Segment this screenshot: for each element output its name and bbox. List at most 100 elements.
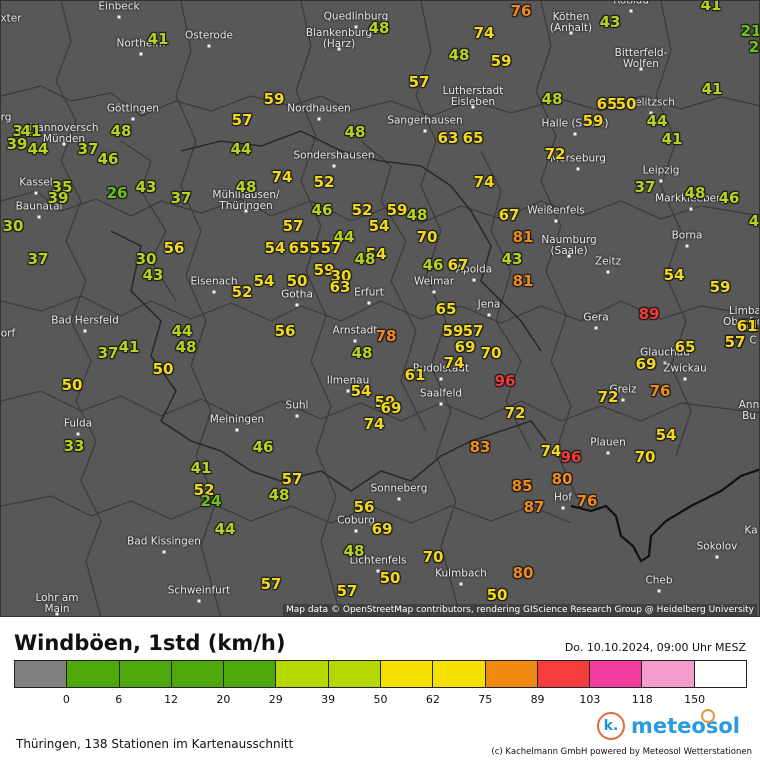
- station-gust-value[interactable]: 80: [513, 564, 534, 582]
- station-gust-value[interactable]: 48: [236, 178, 257, 196]
- station-gust-value[interactable]: 70: [635, 448, 656, 466]
- station-gust-value[interactable]: 48: [352, 344, 373, 362]
- station-gust-value[interactable]: 48: [344, 542, 365, 560]
- station-gust-value[interactable]: 59: [583, 112, 604, 130]
- station-gust-value[interactable]: 87: [524, 498, 545, 516]
- station-gust-value[interactable]: 57: [261, 575, 282, 593]
- station-gust-value[interactable]: 43: [600, 13, 621, 31]
- station-gust-value[interactable]: 81: [513, 228, 534, 246]
- station-gust-value[interactable]: 83: [470, 438, 491, 456]
- station-gust-value[interactable]: 78: [376, 327, 397, 345]
- station-gust-value[interactable]: 48: [449, 46, 470, 64]
- station-gust-value[interactable]: 74: [444, 354, 465, 372]
- station-gust-value[interactable]: 33: [64, 437, 85, 455]
- station-gust-value[interactable]: 2: [749, 38, 759, 56]
- station-gust-value[interactable]: 59: [387, 201, 408, 219]
- station-gust-value[interactable]: 67: [499, 206, 520, 224]
- station-gust-value[interactable]: 48: [542, 90, 563, 108]
- station-gust-value[interactable]: 57: [409, 73, 430, 91]
- station-gust-value[interactable]: 43: [143, 266, 164, 284]
- station-gust-value[interactable]: 56: [164, 239, 185, 257]
- station-gust-value[interactable]: 44: [647, 112, 668, 130]
- station-gust-value[interactable]: 44: [215, 520, 236, 538]
- station-gust-value[interactable]: 41: [191, 459, 212, 477]
- station-gust-value[interactable]: 72: [505, 404, 526, 422]
- station-gust-value[interactable]: 50: [153, 360, 174, 378]
- station-gust-value[interactable]: 59: [710, 278, 731, 296]
- station-gust-value[interactable]: 85: [512, 477, 533, 495]
- station-gust-value[interactable]: 41: [701, 1, 722, 14]
- station-gust-value[interactable]: 57: [232, 111, 253, 129]
- station-gust-value[interactable]: 46: [312, 201, 333, 219]
- station-gust-value[interactable]: 57: [725, 333, 746, 351]
- station-gust-value[interactable]: 43: [136, 178, 157, 196]
- station-gust-value[interactable]: 81: [513, 272, 534, 290]
- station-gust-value[interactable]: 41: [662, 130, 683, 148]
- station-gust-value[interactable]: 48: [355, 250, 376, 268]
- station-gust-value[interactable]: 50: [380, 569, 401, 587]
- station-gust-value[interactable]: 4: [749, 212, 759, 230]
- station-gust-value[interactable]: 57: [321, 239, 342, 257]
- station-gust-value[interactable]: 46: [719, 189, 740, 207]
- station-gust-value[interactable]: 48: [345, 123, 366, 141]
- station-gust-value[interactable]: 74: [474, 173, 495, 191]
- station-gust-value[interactable]: 37: [28, 250, 49, 268]
- station-gust-value[interactable]: 48: [269, 486, 290, 504]
- station-gust-value[interactable]: 48: [369, 19, 390, 37]
- station-gust-value[interactable]: 76: [511, 2, 532, 20]
- station-gust-value[interactable]: 24: [201, 492, 222, 510]
- station-gust-value[interactable]: 76: [650, 382, 671, 400]
- station-gust-value[interactable]: 54: [254, 272, 275, 290]
- station-gust-value[interactable]: 37: [98, 344, 119, 362]
- station-gust-value[interactable]: 65: [289, 239, 310, 257]
- station-gust-value[interactable]: 26: [107, 184, 128, 202]
- station-gust-value[interactable]: 37: [635, 178, 656, 196]
- station-gust-value[interactable]: 41: [148, 30, 169, 48]
- station-gust-value[interactable]: 41: [119, 338, 140, 356]
- station-gust-value[interactable]: 80: [552, 470, 573, 488]
- station-gust-value[interactable]: 74: [364, 415, 385, 433]
- station-gust-value[interactable]: 52: [314, 173, 335, 191]
- station-gust-value[interactable]: 54: [351, 382, 372, 400]
- station-gust-value[interactable]: 48: [407, 206, 428, 224]
- station-gust-value[interactable]: 96: [495, 372, 516, 390]
- station-gust-value[interactable]: 59: [491, 52, 512, 70]
- station-gust-value[interactable]: 50: [616, 95, 637, 113]
- station-gust-value[interactable]: 39: [7, 135, 28, 153]
- station-gust-value[interactable]: 30: [3, 217, 24, 235]
- station-gust-value[interactable]: 46: [423, 256, 444, 274]
- station-gust-value[interactable]: 65: [436, 300, 457, 318]
- station-gust-value[interactable]: 46: [253, 438, 274, 456]
- station-gust-value[interactable]: 70: [417, 228, 438, 246]
- station-gust-value[interactable]: 56: [354, 498, 375, 516]
- station-gust-value[interactable]: 52: [232, 283, 253, 301]
- station-gust-value[interactable]: 61: [405, 366, 426, 384]
- station-gust-value[interactable]: 54: [664, 266, 685, 284]
- station-gust-value[interactable]: 54: [369, 217, 390, 235]
- meteosol-logo[interactable]: k. meteosol: [597, 709, 747, 743]
- station-gust-value[interactable]: 37: [171, 189, 192, 207]
- station-gust-value[interactable]: 46: [98, 150, 119, 168]
- station-gust-value[interactable]: 74: [272, 168, 293, 186]
- station-gust-value[interactable]: 41: [702, 80, 723, 98]
- station-gust-value[interactable]: 69: [636, 355, 657, 373]
- station-gust-value[interactable]: 96: [561, 448, 582, 466]
- station-gust-value[interactable]: 54: [656, 426, 677, 444]
- station-gust-value[interactable]: 70: [423, 548, 444, 566]
- station-gust-value[interactable]: 44: [231, 140, 252, 158]
- station-gust-value[interactable]: 56: [275, 322, 296, 340]
- station-gust-value[interactable]: 69: [372, 520, 393, 538]
- station-gust-value[interactable]: 70: [481, 344, 502, 362]
- station-gust-value[interactable]: 37: [78, 140, 99, 158]
- station-gust-value[interactable]: 65: [675, 338, 696, 356]
- station-gust-value[interactable]: 57: [283, 217, 304, 235]
- station-gust-value[interactable]: 89: [639, 305, 660, 323]
- station-gust-value[interactable]: 63: [330, 278, 351, 296]
- station-gust-value[interactable]: 72: [598, 388, 619, 406]
- station-gust-value[interactable]: 43: [502, 250, 523, 268]
- station-gust-value[interactable]: 59: [264, 90, 285, 108]
- station-gust-value[interactable]: 63: [438, 129, 459, 147]
- station-gust-value[interactable]: 48: [111, 122, 132, 140]
- station-gust-value[interactable]: 44: [28, 140, 49, 158]
- station-gust-value[interactable]: 54: [265, 239, 286, 257]
